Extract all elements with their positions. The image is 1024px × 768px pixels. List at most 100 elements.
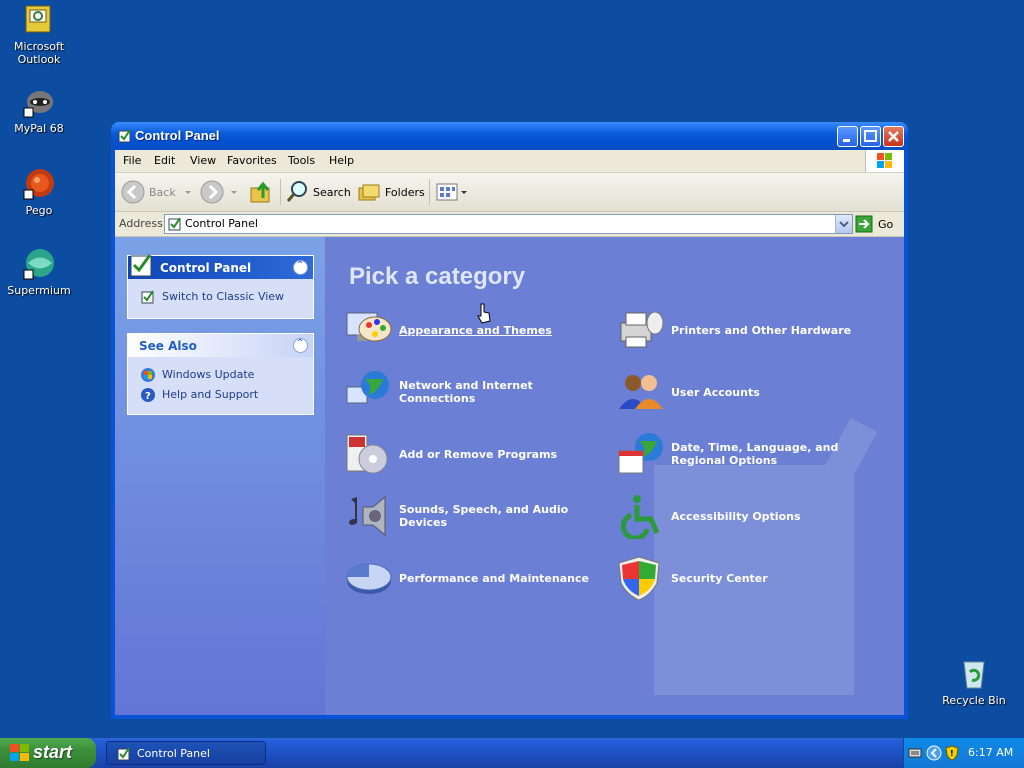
hand-pointer-cursor-icon xyxy=(477,303,491,324)
category-label: Date, Time, Language, and Regional Optio… xyxy=(671,441,839,467)
collapse-chevron-icon[interactable] xyxy=(293,260,308,275)
desktop-icon-label: Pego xyxy=(25,204,53,217)
keyboard-icon[interactable] xyxy=(908,746,922,760)
folders-button[interactable]: Folders xyxy=(357,178,425,206)
window-body: File Edit View Favorites Tools Help Back xyxy=(115,150,904,715)
address-input[interactable]: Control Panel xyxy=(164,214,853,234)
switch-classic-view-link[interactable]: Switch to Classic View xyxy=(128,287,313,307)
pego-icon xyxy=(23,168,55,200)
control-panel-icon xyxy=(168,217,181,231)
maximize-button[interactable] xyxy=(860,126,881,147)
security-shield-icon[interactable]: ! xyxy=(945,745,959,761)
back-arrow-icon xyxy=(121,180,145,204)
recycle-bin-icon xyxy=(958,658,990,690)
collapse-chevron-icon[interactable] xyxy=(293,338,308,353)
close-icon xyxy=(888,131,899,142)
help-icon: ? xyxy=(141,388,155,402)
address-label: Address xyxy=(119,217,163,230)
accessibility-icon xyxy=(620,495,660,539)
up-folder-button[interactable] xyxy=(249,178,273,206)
go-button[interactable]: Go xyxy=(855,215,893,233)
category-label: Printers and Other Hardware xyxy=(671,323,852,337)
category-label: Accessibility Options xyxy=(671,509,801,523)
windows-update-icon xyxy=(141,368,155,382)
category-label: User Accounts xyxy=(671,385,760,399)
up-folder-icon xyxy=(250,181,270,203)
windows-update-link[interactable]: Windows Update xyxy=(128,365,313,385)
start-button[interactable]: start xyxy=(0,738,96,768)
user-accounts-icon xyxy=(619,375,663,409)
printer-icon xyxy=(620,311,664,348)
address-value: Control Panel xyxy=(185,217,258,230)
desktop-icon-label: Recycle Bin xyxy=(942,694,1006,707)
date-time-globe-icon xyxy=(618,433,663,474)
maximize-icon xyxy=(864,130,877,142)
chevron-down-icon xyxy=(184,191,191,194)
taskbar: start Control Panel ! 6:17 AM xyxy=(0,738,1024,768)
window-title: Control Panel xyxy=(135,128,220,143)
category-label: Security Center xyxy=(671,571,768,585)
clock: 6:17 AM xyxy=(968,746,1014,759)
toolbar: Back Search Folders xyxy=(115,173,904,212)
menu-tools[interactable]: Tools xyxy=(288,154,315,167)
appearance-themes-icon xyxy=(346,312,392,342)
address-bar: Address Control Panel Go xyxy=(115,212,904,237)
search-button[interactable]: Search xyxy=(285,178,351,206)
desktop-icon-mypal[interactable]: MyPal 68 xyxy=(0,86,79,135)
address-dropdown-button[interactable] xyxy=(835,215,852,233)
desktop-icon-supermium[interactable]: Supermium xyxy=(0,248,79,297)
close-button[interactable] xyxy=(883,126,904,147)
add-remove-programs-icon xyxy=(346,434,388,474)
help-and-support-link[interactable]: ? Help and Support xyxy=(128,385,313,405)
see-also-taskbox-header[interactable]: See Also xyxy=(128,334,313,357)
category-label: Performance and Maintenance xyxy=(399,571,589,585)
menu-file[interactable]: File xyxy=(123,154,141,167)
pie-chart-icon xyxy=(346,563,392,594)
go-arrow-icon xyxy=(855,215,873,233)
outlook-icon xyxy=(23,4,55,36)
see-also-taskbox: See Also Windows Update ? Help and Suppo… xyxy=(127,333,314,415)
desktop-icon-recycle-bin[interactable]: Recycle Bin xyxy=(934,658,1014,707)
desktop-icon-label: MyPal 68 xyxy=(14,122,64,135)
desktop-icon-label: Microsoft Outlook xyxy=(13,40,65,66)
views-button[interactable] xyxy=(435,178,469,206)
chevron-down-icon xyxy=(839,221,849,228)
menu-view[interactable]: View xyxy=(190,154,216,167)
control-panel-checklist-icon xyxy=(130,254,152,277)
toolbar-separator xyxy=(280,179,281,205)
taskbar-window-control-panel[interactable]: Control Panel xyxy=(106,741,266,765)
back-button[interactable]: Back xyxy=(121,178,194,206)
search-icon xyxy=(286,181,307,202)
title-bar[interactable]: Control Panel xyxy=(111,122,908,150)
menu-favorites[interactable]: Favorites xyxy=(227,154,277,167)
shield-icon xyxy=(618,556,660,601)
task-pane: Control Panel Switch to Classic View See… xyxy=(115,237,325,715)
menu-edit[interactable]: Edit xyxy=(154,154,175,167)
tray-chevron-icon[interactable] xyxy=(926,745,942,761)
category-pane: Pick a category Appearance and Themes Ne… xyxy=(325,237,904,715)
menu-help[interactable]: Help xyxy=(329,154,354,167)
svg-text:!: ! xyxy=(950,749,954,758)
minimize-icon xyxy=(843,139,850,142)
pick-category-heading: Pick a category xyxy=(349,263,526,290)
category-label: Appearance and Themes xyxy=(399,323,552,337)
desktop-icon-outlook[interactable]: Microsoft Outlook xyxy=(0,4,79,66)
control-panel-window: Control Panel File Edit View Favorites T… xyxy=(111,122,908,719)
forward-button[interactable] xyxy=(200,178,240,206)
classic-view-icon xyxy=(141,290,154,304)
control-panel-taskbox: Control Panel Switch to Classic View xyxy=(127,254,314,319)
category-label: Add or Remove Programs xyxy=(399,447,558,461)
forward-arrow-icon xyxy=(200,180,224,204)
network-globe-icon xyxy=(346,371,389,404)
minimize-button[interactable] xyxy=(837,126,858,147)
content-area: Control Panel Switch to Classic View See… xyxy=(115,237,904,715)
desktop-icon-label: Supermium xyxy=(7,284,71,297)
folders-icon xyxy=(358,184,380,201)
control-panel-icon xyxy=(117,747,130,761)
control-panel-taskbox-header[interactable]: Control Panel xyxy=(128,254,313,279)
views-grid-icon xyxy=(436,183,458,201)
windows-flag-icon xyxy=(10,744,29,761)
svg-text:?: ? xyxy=(145,391,151,402)
desktop-icon-pego[interactable]: Pego xyxy=(0,168,79,217)
raccoon-icon xyxy=(23,86,55,118)
